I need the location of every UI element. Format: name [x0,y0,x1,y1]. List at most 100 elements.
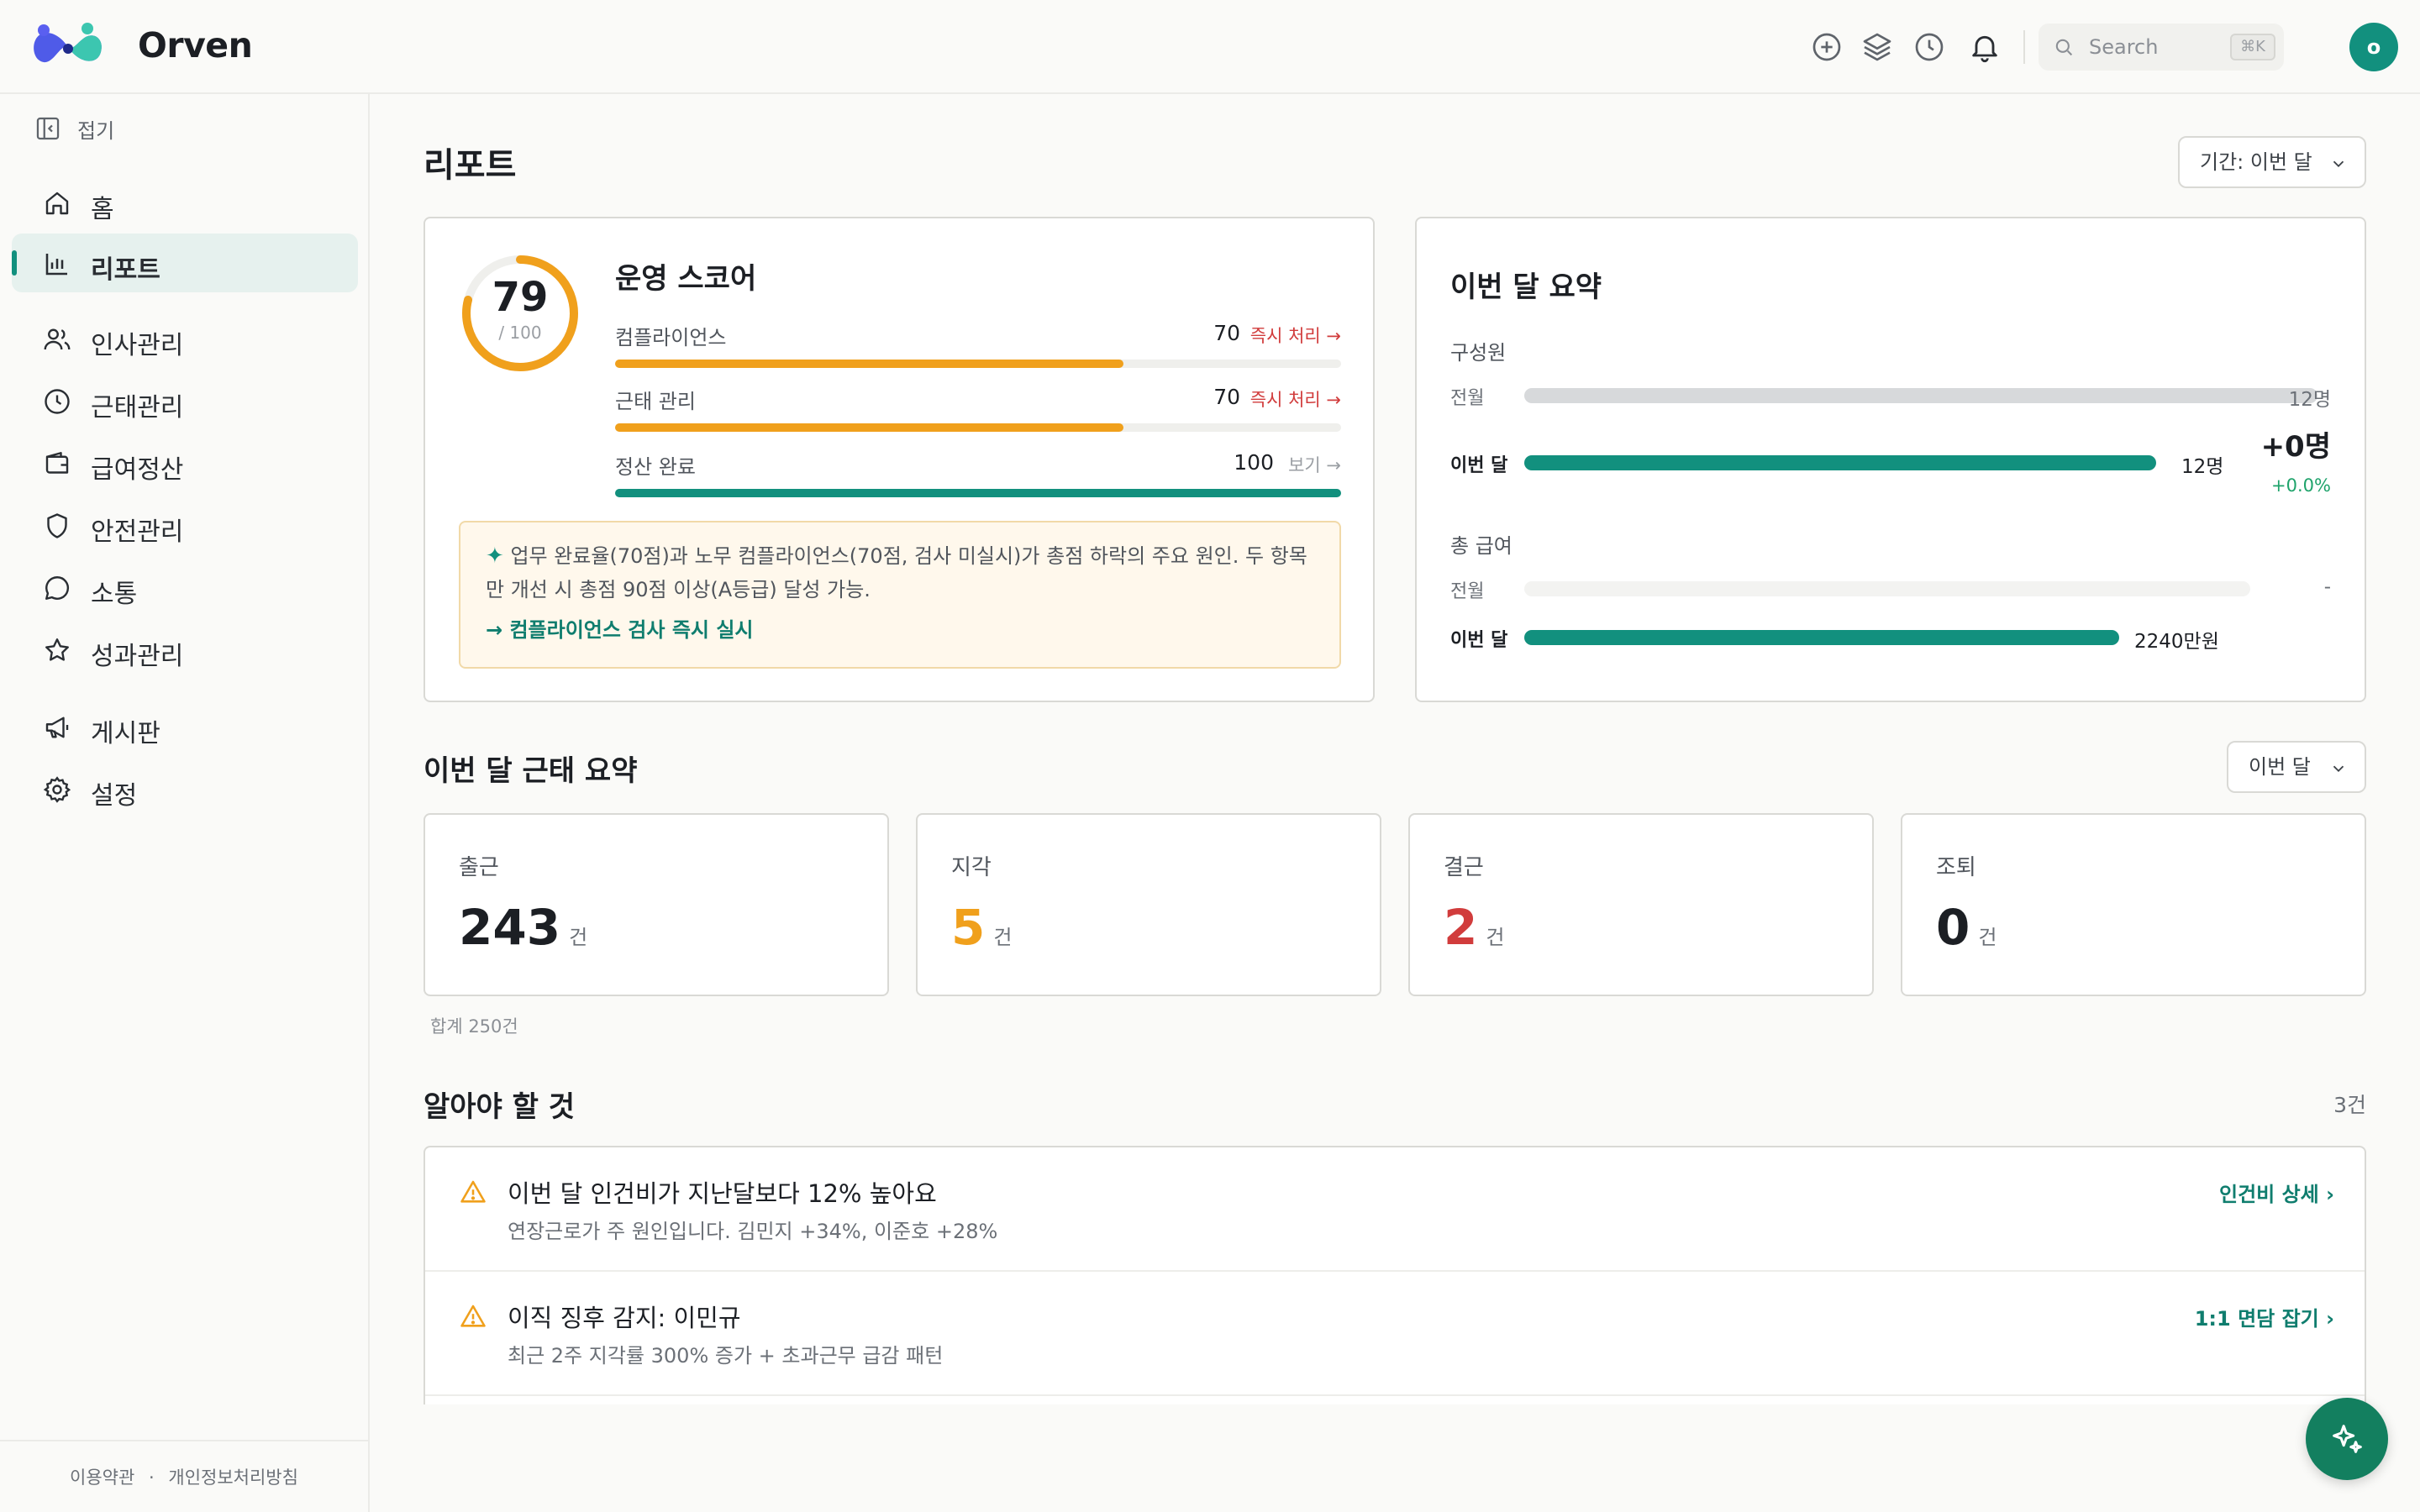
attendance-filter-label: 이번 달 [2249,755,2311,779]
orven-logo[interactable] [32,22,104,72]
sidebar-item-label: 근태관리 [91,393,184,423]
page-title: 리포트 [424,146,517,185]
metric-compliance: 컴플라이언스 70 즉시 처리 → [615,321,1341,371]
bell-icon[interactable] [1968,30,2002,64]
chevron-down-icon [2333,765,2344,773]
metric-action-link[interactable]: 보기 → [1288,452,1341,477]
period-filter-dropdown[interactable]: 기간: 이번 달 [2178,136,2366,188]
search-placeholder: Search [2089,35,2159,59]
attendance-card-late[interactable]: 지각 5건 [916,813,1381,996]
chevron-down-icon [2333,160,2344,168]
metric-action-link[interactable]: 즉시 처리 → [1250,323,1341,348]
metric-bar-fill [615,489,1341,497]
metric-bar-track [615,489,1341,497]
insight-action-link[interactable]: → 컴플라이언스 검사 즉시 실시 [486,613,754,643]
payroll-curr-value: 2240만원 [2134,631,2219,653]
attendance-card-early-leave[interactable]: 조퇴 0건 [1901,813,2366,996]
alert-title: 이직 징후 감지: 이민규 [508,1304,741,1332]
metric-bar-track [615,423,1341,432]
ai-insight-box: ✦ 업무 완료율(70점)과 노무 컴플라이언스(70점, 검사 미실시)가 총… [459,521,1341,669]
bar-chart-icon [45,254,67,276]
members-prev-label: 전월 [1450,388,1485,409]
footer-separator: · [149,1467,155,1488]
metric-label: 컴플라이언스 [615,326,727,349]
star-icon [45,638,69,661]
sidebar-item-report[interactable]: 리포트 [12,234,358,292]
attendance-value-wrap: 0건 [1936,899,1996,956]
sidebar-item-hr[interactable]: 인사관리 [12,309,358,368]
alert-item[interactable]: 이번 달 인건비가 지난달보다 12% 높아요 연장근로가 주 원인입니다. 김… [425,1147,2365,1272]
sidebar-item-label: 인사관리 [91,331,184,360]
metric-value: 70 [1213,321,1240,345]
payroll-curr-bar [1524,630,2119,645]
sidebar-item-chat[interactable]: 소통 [12,558,358,617]
search-input[interactable]: Search ⌘K [2039,24,2284,71]
insight-text: ✦ 업무 완료율(70점)과 노무 컴플라이언스(70점, 검사 미실시)가 총… [486,539,1318,606]
clock-icon[interactable] [1912,30,1946,64]
alerts-section-title: 알아야 할 것 [424,1090,576,1124]
sidebar-item-safety[interactable]: 안전관리 [12,496,358,554]
attendance-value-wrap: 5건 [951,899,1012,956]
attendance-value: 5 [951,899,986,956]
attendance-value: 2 [1444,899,1478,956]
gear-icon [43,776,71,803]
sidebar-item-performance[interactable]: 성과관리 [12,620,358,679]
sidebar-item-label: 설정 [91,781,138,811]
members-delta-percent: +0.0% [2271,475,2331,496]
warning-icon [460,1305,486,1327]
operations-score-card: 79 / 100 운영 스코어 컴플라이언스 70 즉시 처리 → 근태 관리 … [424,217,1375,702]
score-title: 운영 스코어 [615,262,757,296]
sidebar-item-board[interactable]: 게시판 [12,697,358,756]
sidebar-item-attendance[interactable]: 근태관리 [12,371,358,430]
wallet-icon [45,452,69,474]
members-section-label: 구성원 [1450,341,1507,365]
attendance-label: 지각 [951,855,992,880]
users-icon [44,328,71,350]
sidebar-item-label: 리포트 [91,255,160,285]
layers-icon[interactable] [1860,30,1894,64]
payroll-prev-track [1524,581,2250,596]
metric-label: 정산 완료 [615,455,696,479]
members-prev-value: 12명 [2288,389,2331,411]
alert-item[interactable]: 이직 징후 감지: 이민규 최근 2주 지각률 300% 증가 + 초과근무 급… [425,1272,2365,1396]
sparkle-icon: ✦ [486,543,504,569]
attendance-value: 243 [459,899,561,956]
attendance-unit: 건 [1486,926,1505,949]
plus-circle-icon[interactable] [1810,30,1844,64]
alert-action-link[interactable]: 인건비 상세 › [2219,1178,2334,1207]
sidebar-item-label: 급여정산 [91,455,184,485]
payroll-prev-value: - [2323,576,2331,598]
score-max: / 100 [498,323,542,343]
avatar[interactable]: o [2349,23,2398,71]
alerts-list: 이번 달 인건비가 지난달보다 12% 높아요 연장근로가 주 원인입니다. 김… [424,1146,2366,1404]
attendance-card-absent[interactable]: 결근 2건 [1408,813,1874,996]
members-delta: +0명 [2260,430,2331,464]
terms-link[interactable]: 이용약관 [70,1467,134,1488]
sidebar-item-label: 성과관리 [91,642,184,671]
chat-icon [45,576,70,600]
metric-attendance: 근태 관리 70 즉시 처리 → [615,385,1341,435]
ai-assistant-button[interactable] [2306,1398,2388,1480]
attendance-filter-dropdown[interactable]: 이번 달 [2227,741,2366,793]
sidebar-item-label: 홈 [91,195,114,224]
alerts-count: 3건 [2333,1093,2366,1117]
alert-action-link[interactable]: 1:1 면담 잡기 › [2195,1302,2334,1331]
metric-action-link[interactable]: 즉시 처리 → [1250,386,1341,412]
members-prev-bar [1524,388,2317,403]
score-value: 79 [492,274,549,321]
metric-value: 70 [1213,385,1240,409]
metric-settlement: 정산 완료 100 보기 → [615,450,1341,501]
payroll-section-label: 총 급여 [1450,534,1512,558]
alert-title: 이번 달 인건비가 지난달보다 12% 높아요 [508,1179,937,1208]
sidebar-item-home[interactable]: 홈 [12,173,358,232]
members-curr-value: 12명 [2181,456,2224,478]
sidebar-item-payroll[interactable]: 급여정산 [12,433,358,492]
sidebar-item-settings[interactable]: 설정 [12,759,358,818]
alert-description: 최근 2주 지각률 300% 증가 + 초과근무 급감 패턴 [508,1344,944,1368]
attendance-unit: 건 [993,926,1013,949]
attendance-card-checkin[interactable]: 출근 243 건 [424,813,889,996]
privacy-link[interactable]: 개인정보처리방침 [168,1467,298,1488]
home-icon [45,192,69,215]
summary-title: 이번 달 요약 [1450,270,1602,304]
monthly-summary-card: 이번 달 요약 구성원 전월 12명 이번 달 12명 +0명 +0.0% 총 … [1415,217,2366,702]
